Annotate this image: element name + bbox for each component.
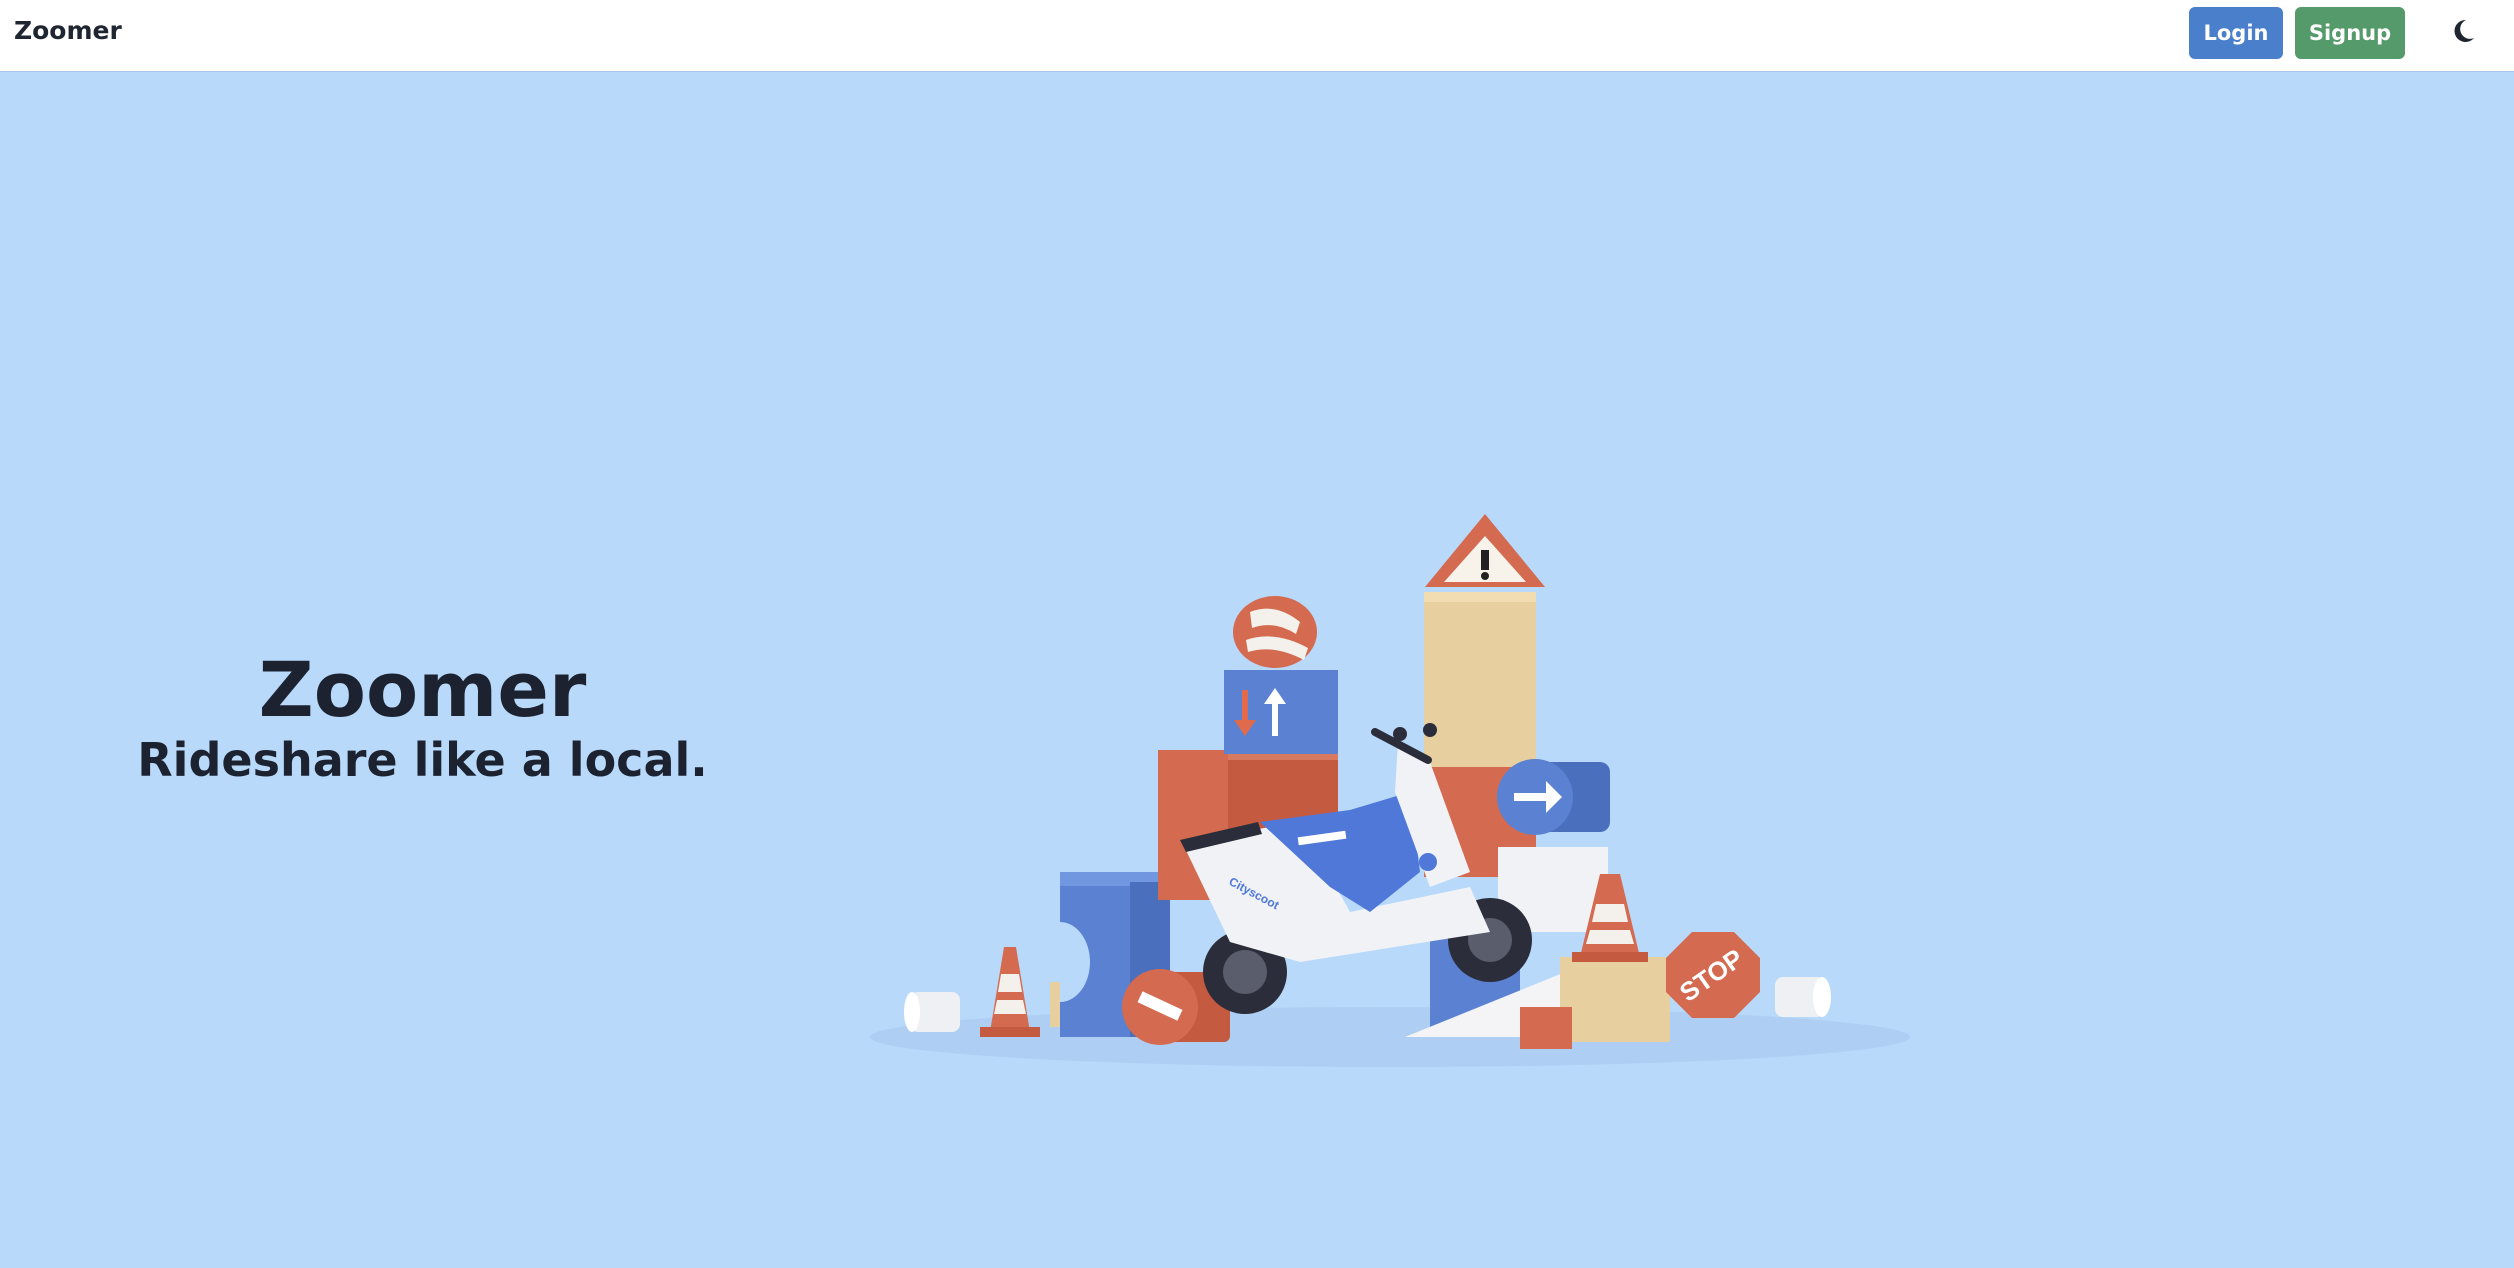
hero-subtitle: Rideshare like a local.: [137, 733, 708, 787]
tan-block-right: [1560, 957, 1670, 1042]
login-button[interactable]: Login: [2189, 7, 2283, 59]
stop-sign-octagon: STOP: [1666, 932, 1760, 1018]
white-cylinder-right: [1775, 977, 1831, 1017]
hero-title: Zoomer: [258, 645, 587, 734]
scooter-blocks-illustration: STOP Cityscoot: [870, 514, 1910, 1067]
brand-link[interactable]: Zoomer: [14, 16, 122, 45]
hero-text: Zoomer Rideshare like a local.: [60, 645, 785, 788]
warning-sign-triangle: [1425, 514, 1545, 587]
moon-icon: [2454, 19, 2474, 42]
red-block-small: [1520, 1007, 1572, 1049]
top-navbar: Zoomer Login Signup: [0, 0, 2514, 72]
white-cylinder-left: [904, 992, 960, 1032]
blue-arrow-cylinder: [1497, 759, 1610, 835]
blue-arrow-box: [1224, 670, 1338, 754]
traffic-cone-top: [1233, 596, 1317, 668]
hero-section: Zoomer Rideshare like a local. STOP City…: [0, 72, 2514, 1268]
signup-button[interactable]: Signup: [2295, 7, 2405, 59]
theme-toggle-button[interactable]: [2446, 14, 2480, 48]
